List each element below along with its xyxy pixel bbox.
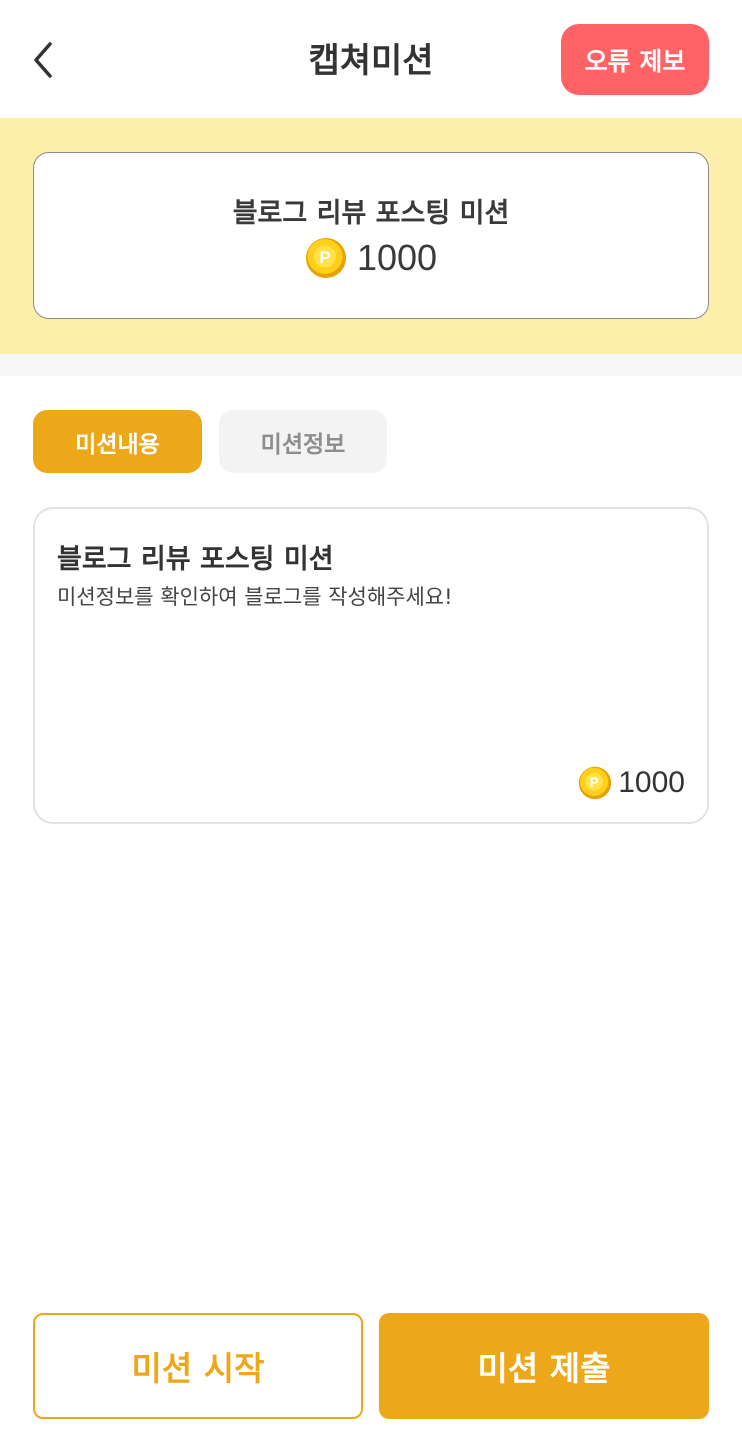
summary-title: 블로그 리뷰 포스팅 미션 xyxy=(232,198,510,229)
mission-reward-amount: 1000 xyxy=(618,766,685,799)
report-error-button[interactable]: 오류 제보 xyxy=(561,24,709,95)
mission-summary-card: 블로그 리뷰 포스팅 미션 P 1000 xyxy=(33,152,709,319)
mission-title: 블로그 리뷰 포스팅 미션 xyxy=(57,544,334,575)
mission-reward: P 1000 xyxy=(578,766,685,800)
mission-content-card: 블로그 리뷰 포스팅 미션 미션정보를 확인하여 블로그를 작성해주세요! P … xyxy=(33,507,709,824)
point-coin-icon: P xyxy=(305,238,346,278)
start-mission-button[interactable]: 미션 시작 xyxy=(33,1313,363,1419)
svg-text:P: P xyxy=(590,775,599,790)
back-button[interactable] xyxy=(22,38,66,82)
mission-description: 미션정보를 확인하여 블로그를 작성해주세요! xyxy=(57,585,453,609)
submit-mission-button[interactable]: 미션 제출 xyxy=(379,1313,709,1419)
mission-summary-band: 블로그 리뷰 포스팅 미션 P 1000 xyxy=(0,118,742,354)
summary-reward: P 1000 xyxy=(34,237,708,279)
point-coin-icon: P xyxy=(579,766,612,800)
chevron-left-icon xyxy=(34,42,52,78)
tab-mission-info[interactable]: 미션정보 xyxy=(219,410,387,473)
section-divider xyxy=(0,354,742,376)
svg-text:P: P xyxy=(319,248,330,267)
tab-mission-content[interactable]: 미션내용 xyxy=(33,410,202,473)
summary-reward-amount: 1000 xyxy=(356,237,438,278)
app-header: 캡쳐미션 오류 제보 xyxy=(0,0,742,118)
